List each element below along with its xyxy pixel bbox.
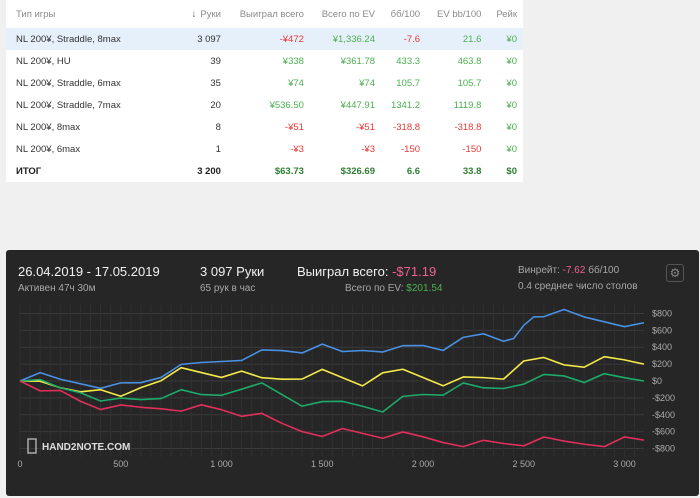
cell-hands: 1 (215, 143, 221, 155)
cell-bb100: -318.8 (393, 121, 421, 133)
total-row: ИТОГ 3 200 $63.73 $326.69 6.6 33.8 $0 (6, 160, 523, 182)
x-tick-label: 2 500 (512, 459, 535, 469)
cell-won: -¥472 (226, 28, 310, 50)
col-bb100[interactable]: бб/100 (381, 0, 426, 28)
table-row[interactable]: NL 200¥, Straddle, 8max 3 097 -¥472 ¥1,336.… (6, 28, 523, 50)
cell-rake: $0 (506, 165, 517, 177)
cell-ev: ¥74 (359, 77, 375, 89)
cell-ev: ¥1,336.24 (309, 28, 381, 50)
table-header-row: Тип игры ↓ Руки Выиграл всего Всего по EV… (6, 0, 523, 28)
cell-ev: -¥3 (361, 143, 375, 155)
col-hands[interactable]: ↓ Руки (182, 0, 227, 28)
cell-bb100: -150 (401, 143, 421, 155)
cell-evbb100: 33.8 (462, 165, 482, 177)
cell-won: ¥338 (282, 55, 304, 67)
x-tick-label: 1 000 (210, 459, 233, 469)
cell-game: NL 200¥, HU (16, 55, 71, 67)
cell-ev: $326.69 (340, 165, 375, 177)
cell-rake: ¥0 (487, 28, 523, 50)
cell-rake: ¥0 (506, 77, 517, 89)
cell-ev: ¥361.78 (340, 55, 375, 67)
y-tick-label: $600 (652, 325, 672, 335)
x-tick-label: 2 000 (412, 459, 435, 469)
cell-bb100: -7.6 (381, 28, 427, 50)
x-tick-label: 1 500 (311, 459, 334, 469)
col-ev[interactable]: Всего по EV (310, 0, 381, 28)
y-tick-label: -$600 (652, 427, 675, 437)
cell-evbb100: 1119.8 (453, 99, 482, 111)
cell-hands: 20 (210, 99, 221, 111)
col-evbb100[interactable]: EV bb/100 (426, 0, 487, 28)
cell-hands: 35 (210, 77, 221, 89)
table-row[interactable]: NL 200¥, Straddle, 7max 20 ¥536.50 ¥447.91 1… (6, 94, 523, 116)
cell-game: ИТОГ (16, 165, 42, 177)
cell-evbb100: 463.8 (457, 55, 482, 67)
cell-evbb100: -150 (462, 143, 482, 155)
y-tick-label: -$400 (652, 410, 675, 420)
y-tick-label: $800 (652, 308, 672, 318)
table-row[interactable]: NL 200¥, 6max 1 -¥3 -¥3 -150 -150 ¥0 (6, 138, 523, 160)
cell-won: ¥74 (288, 77, 304, 89)
col-game-type[interactable]: Тип игры (6, 0, 182, 28)
cell-game: NL 200¥, 8max (16, 121, 81, 133)
cell-hands: 3 097 (182, 28, 227, 50)
x-tick-label: 3 000 (613, 459, 636, 469)
cell-hands: 8 (215, 121, 221, 133)
cell-hands: 3 200 (197, 165, 221, 177)
cell-game: NL 200¥, 6max (16, 143, 81, 155)
cell-ev: ¥447.91 (340, 99, 375, 111)
profit-graph: $800 $600 $400 $200 $0 -$200 -$400 -$600 -$800 0 5… (17, 305, 675, 469)
y-tick-label: $0 (652, 376, 662, 386)
cell-won: ¥536.50 (269, 99, 304, 111)
logo-text: HAND2NOTE.COM (42, 442, 130, 453)
cell-game: NL 200¥, Straddle, 6max (16, 77, 121, 89)
cell-evbb100: 21.6 (426, 28, 488, 50)
cell-bb100: 105.7 (396, 77, 421, 89)
y-tick-label: $400 (652, 342, 672, 352)
x-tick-label: 0 (17, 459, 22, 469)
cell-won: -¥51 (284, 121, 304, 133)
cell-evbb100: -318.8 (454, 121, 482, 133)
cell-game: NL 200¥, Straddle, 8max (6, 28, 182, 50)
cell-rake: ¥0 (506, 143, 517, 155)
sort-down-icon: ↓ (191, 8, 197, 20)
y-tick-label: $200 (652, 359, 672, 369)
col-won[interactable]: Выиграл всего (227, 0, 310, 28)
stats-panel: 26.04.2019 - 17.05.2019 Активен 47ч 30м … (6, 250, 699, 496)
cell-won: $63.73 (274, 165, 304, 177)
cell-ev: -¥51 (355, 121, 375, 133)
y-tick-label: -$200 (652, 393, 675, 403)
cell-bb100: 6.6 (406, 165, 421, 177)
cell-rake: ¥0 (506, 55, 517, 67)
cell-won: -¥3 (290, 143, 304, 155)
logo-icon (27, 438, 37, 454)
table-row[interactable]: NL 200¥, 8max 8 -¥51 -¥51 -318.8 -318.8 ¥0 (6, 116, 523, 138)
x-tick-label: 500 (113, 459, 128, 469)
y-tick-label: -$800 (652, 444, 675, 454)
cell-evbb100: 105.7 (457, 77, 482, 89)
game-types-table: Тип игры ↓ Руки Выиграл всего Всего по EV… (6, 0, 523, 182)
cell-game: NL 200¥, Straddle, 7max (16, 99, 121, 111)
cell-hands: 39 (210, 55, 221, 67)
table-row[interactable]: NL 200¥, Straddle, 6max 35 ¥74 ¥74 105.7 105.… (6, 72, 523, 94)
cell-rake: ¥0 (506, 99, 517, 111)
cell-bb100: 433.3 (396, 55, 421, 67)
table-row[interactable]: NL 200¥, HU 39 ¥338 ¥361.78 433.3 463.8 ¥0 (6, 50, 523, 72)
col-rake[interactable]: Рейк (487, 0, 523, 28)
cell-bb100: 1341.2 (390, 99, 421, 111)
cell-rake: ¥0 (506, 121, 517, 133)
